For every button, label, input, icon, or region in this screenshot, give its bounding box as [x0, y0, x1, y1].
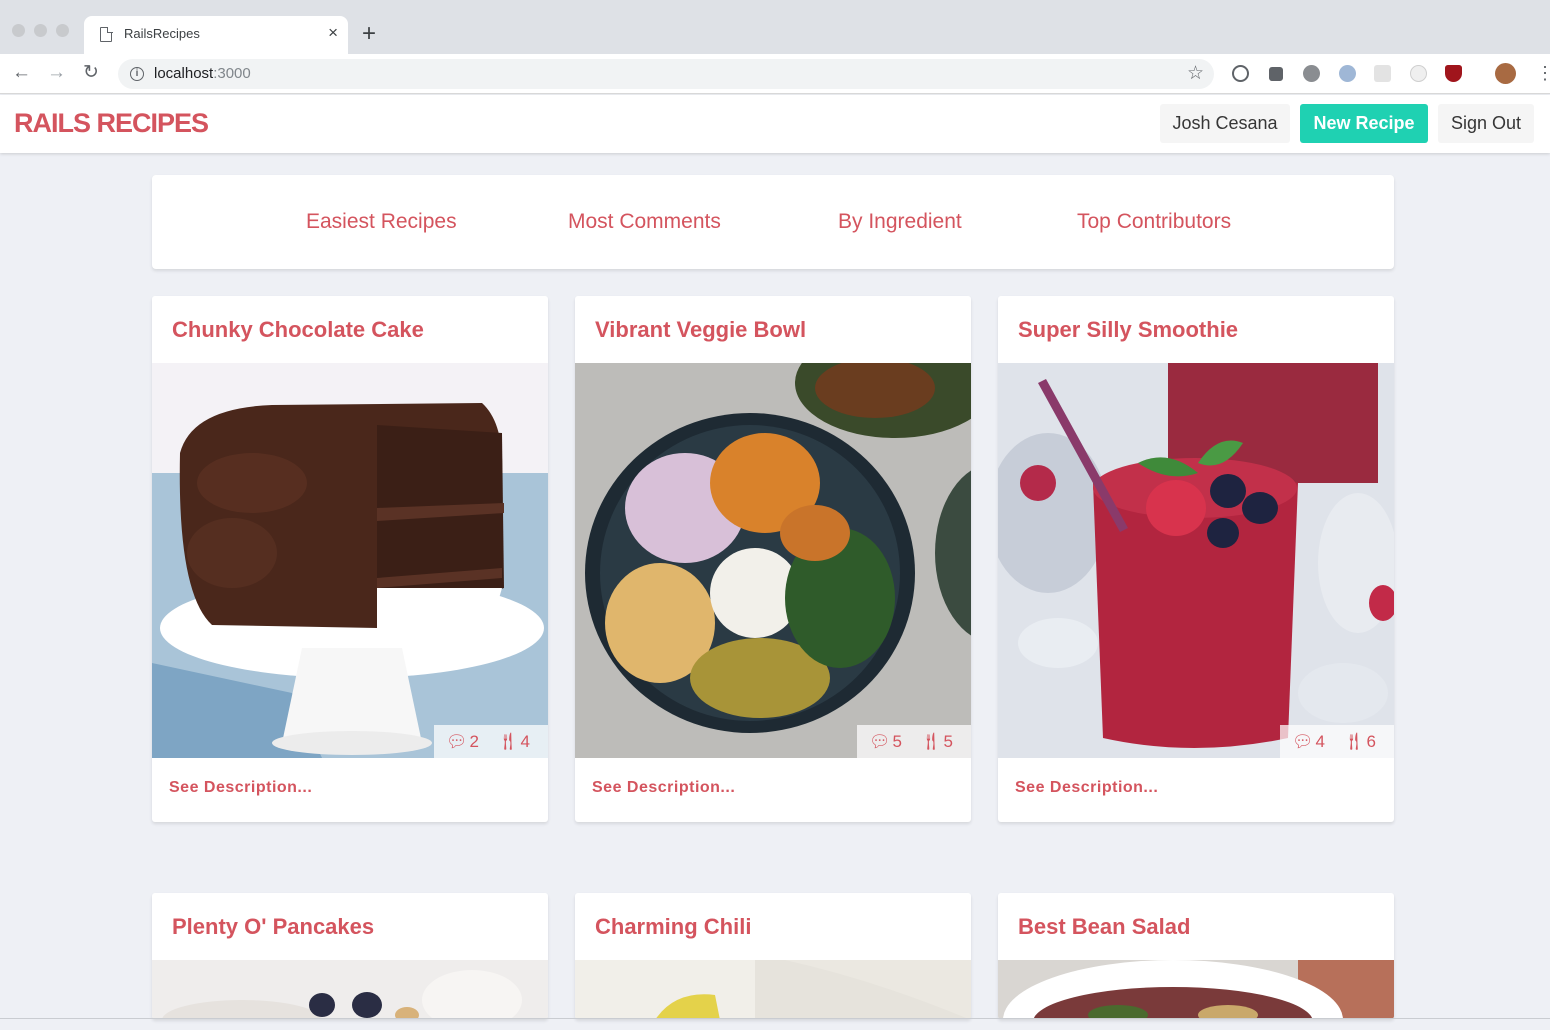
utensils-icon: 🍴︎ — [496, 731, 519, 751]
ublock-extension-icon[interactable] — [1445, 65, 1462, 82]
address-bar[interactable]: i localhost:3000 ☆ — [118, 59, 1214, 89]
ingredient-count: 🍴︎ 5 — [920, 732, 953, 752]
url-port: :3000 — [213, 65, 251, 82]
tab-title: RailsRecipes — [124, 26, 200, 41]
recipe-image[interactable]: 💬︎ 4 🍴︎ 6 — [998, 363, 1394, 758]
profile-avatar[interactable] — [1495, 63, 1516, 84]
chili-image — [575, 960, 971, 1019]
bookmark-star-icon[interactable]: ☆ — [1187, 62, 1204, 85]
back-button[interactable]: ← — [12, 61, 31, 85]
new-tab-button[interactable]: + — [362, 20, 376, 48]
blue-extension-icon[interactable] — [1339, 65, 1356, 82]
recipe-image[interactable] — [152, 960, 548, 1019]
grid-extension-icon[interactable] — [1374, 65, 1391, 82]
ingredient-count: 🍴︎ 4 — [497, 732, 530, 752]
recipe-filter-panel: Easiest Recipes Most Comments By Ingredi… — [152, 175, 1394, 269]
browser-menu-icon[interactable]: ⋮ — [1536, 62, 1550, 84]
password-extension-icon[interactable] — [1232, 65, 1249, 82]
recipe-title[interactable]: Plenty O' Pancakes — [172, 914, 374, 940]
ghost-extension-icon[interactable] — [1410, 65, 1427, 82]
recipe-image[interactable]: 💬︎ 2 🍴︎ 4 — [152, 363, 548, 758]
window-close-dot[interactable] — [12, 24, 25, 37]
brand-logo[interactable]: RAILS RECIPES — [14, 108, 209, 139]
recipe-card[interactable]: Best Bean Salad — [998, 893, 1394, 1019]
comment-count: 💬︎ 5 — [869, 732, 902, 752]
reload-button[interactable]: ↻ — [83, 61, 99, 85]
recipe-stats: 💬︎ 2 🍴︎ 4 — [433, 725, 548, 758]
browser-tab-bar: RailsRecipes × + — [0, 0, 1550, 54]
ingredient-count-value: 4 — [520, 731, 530, 751]
app-navbar: RAILS RECIPES Josh Cesana New Recipe Sig… — [0, 95, 1550, 153]
recipe-title[interactable]: Best Bean Salad — [1018, 914, 1190, 940]
comment-count-value: 5 — [892, 731, 902, 751]
chocolate-cake-image — [152, 363, 548, 758]
bean-salad-image — [998, 960, 1394, 1019]
comment-count-value: 4 — [1315, 731, 1325, 751]
recipe-card[interactable]: Charming Chili — [575, 893, 971, 1019]
recipe-image[interactable] — [998, 960, 1394, 1019]
recipe-card[interactable]: Super Silly Smoothie 💬︎ 4 🍴︎ 6 See Descri — [998, 296, 1394, 822]
see-description-link[interactable]: See Description... — [592, 779, 735, 797]
see-description-link[interactable]: See Description... — [169, 779, 312, 797]
forward-button[interactable]: → — [47, 61, 66, 85]
ingredient-count-value: 5 — [943, 731, 953, 751]
browser-toolbar: ← → ↻ i localhost:3000 ☆ ⋮ — [0, 54, 1550, 94]
filter-most-comments[interactable]: Most Comments — [568, 210, 721, 234]
pancakes-image — [152, 960, 548, 1019]
filter-easiest-recipes[interactable]: Easiest Recipes — [306, 210, 457, 234]
comment-count: 💬︎ 2 — [446, 732, 479, 752]
recipe-stats: 💬︎ 5 🍴︎ 5 — [856, 725, 971, 758]
viewport-bottom-edge — [0, 1018, 1550, 1019]
window-zoom-dot[interactable] — [56, 24, 69, 37]
comment-icon: 💬︎ — [1291, 731, 1314, 751]
close-tab-icon[interactable]: × — [328, 23, 338, 43]
user-profile-button[interactable]: Josh Cesana — [1160, 104, 1290, 143]
utensils-icon: 🍴︎ — [1342, 731, 1365, 751]
recipe-title[interactable]: Chunky Chocolate Cake — [172, 317, 424, 343]
new-recipe-button[interactable]: New Recipe — [1300, 104, 1428, 143]
recipe-card[interactable]: Chunky Chocolate Cake 💬︎ 2 🍴︎ 4 See Descri… — [152, 296, 548, 822]
window-minimize-dot[interactable] — [34, 24, 47, 37]
recipe-card[interactable]: Vibrant Veggie Bowl 💬︎ 5 🍴︎ 5 See Descript… — [575, 296, 971, 822]
pocket-extension-icon[interactable] — [1269, 67, 1283, 81]
comment-icon: 💬︎ — [445, 731, 468, 751]
ingredient-count-value: 6 — [1366, 731, 1376, 751]
url-host: localhost — [154, 65, 214, 82]
comment-icon: 💬︎ — [868, 731, 891, 751]
recipe-stats: 💬︎ 4 🍴︎ 6 — [1279, 725, 1394, 758]
recipe-image[interactable]: 💬︎ 5 🍴︎ 5 — [575, 363, 971, 758]
ingredient-count: 🍴︎ 6 — [1343, 732, 1376, 752]
filter-top-contributors[interactable]: Top Contributors — [1077, 210, 1231, 234]
recipe-title[interactable]: Super Silly Smoothie — [1018, 317, 1238, 343]
site-info-icon[interactable]: i — [130, 67, 144, 81]
document-icon — [100, 26, 113, 42]
sign-out-button[interactable]: Sign Out — [1438, 104, 1534, 143]
veggie-bowl-image — [575, 363, 971, 758]
see-description-link[interactable]: See Description... — [1015, 779, 1158, 797]
recipe-title[interactable]: Vibrant Veggie Bowl — [595, 317, 806, 343]
url-text[interactable]: localhost:3000 — [154, 65, 251, 82]
tomato-extension-icon[interactable] — [1303, 65, 1320, 82]
comment-count: 💬︎ 4 — [1292, 732, 1325, 752]
utensils-icon: 🍴︎ — [919, 731, 942, 751]
filter-by-ingredient[interactable]: By Ingredient — [838, 210, 962, 234]
comment-count-value: 2 — [469, 731, 479, 751]
smoothie-image — [998, 363, 1394, 758]
recipe-title[interactable]: Charming Chili — [595, 914, 751, 940]
recipe-card[interactable]: Plenty O' Pancakes — [152, 893, 548, 1019]
browser-tab[interactable]: RailsRecipes × — [84, 16, 348, 54]
recipe-image[interactable] — [575, 960, 971, 1019]
